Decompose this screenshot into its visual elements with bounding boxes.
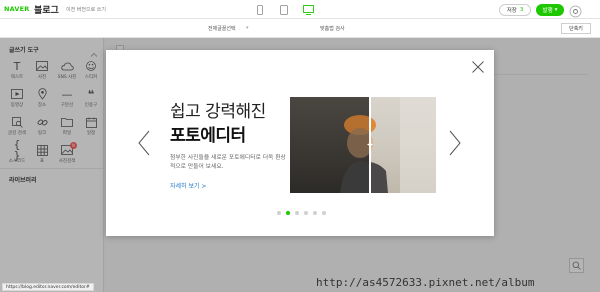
- blog-editor-app: NAVER 블로그 이전 버전으로 쓰기 저장 3 발행 ▾ 전체글꼴선택 ▾ …: [0, 0, 600, 292]
- close-icon[interactable]: [471, 59, 485, 73]
- slide-dot[interactable]: [277, 211, 281, 215]
- promo-headline: 쉽고 강력해진: [170, 102, 266, 122]
- slide-dot[interactable]: [322, 211, 326, 215]
- browser-status-bar: https://blog.editor.naver.com/editor#: [0, 272, 270, 292]
- publish-button[interactable]: 발행 ▾: [536, 4, 564, 16]
- photo-after-half: [370, 97, 436, 193]
- chevron-down-icon[interactable]: ▾: [246, 25, 249, 31]
- shortcut-button[interactable]: 단축키: [561, 23, 591, 34]
- slide-dot[interactable]: [286, 211, 290, 215]
- save-count: 3: [519, 7, 524, 13]
- pc-preview-icon[interactable]: [303, 4, 314, 15]
- before-after-photo: ◂▸: [290, 97, 436, 193]
- slide-pagination: [277, 211, 326, 215]
- format-toolbar: 전체글꼴선택 ▾ 맞춤법 검사 단축키: [0, 19, 600, 38]
- previous-slide-arrow-icon[interactable]: [137, 130, 151, 156]
- mobile-preview-icon[interactable]: [254, 4, 265, 15]
- next-slide-arrow-icon[interactable]: [448, 130, 462, 156]
- watermark: http://as4572633.pixnet.net/album: [316, 276, 535, 289]
- slide-dot[interactable]: [295, 211, 299, 215]
- promo-description: 첨부한 사진들을 새로운 포토에디터로 더욱 환상적으로 만들어 보세요.: [170, 155, 286, 170]
- save-button[interactable]: 저장 3: [499, 4, 531, 16]
- spell-check-button[interactable]: 맞춤법 검사: [320, 25, 345, 32]
- photo-editor-promo-modal: 쉽고 강력해진 포토에디터 첨부한 사진들을 새로운 포토에디터로 더욱 환상적…: [106, 50, 494, 236]
- photo-before-half: [290, 97, 370, 193]
- gear-icon[interactable]: [569, 3, 582, 18]
- top-bar: NAVER 블로그 이전 버전으로 쓰기 저장 3 발행 ▾: [0, 0, 600, 19]
- publish-label: 발행: [542, 8, 553, 14]
- slide-dot[interactable]: [304, 211, 308, 215]
- tablet-preview-icon[interactable]: [278, 4, 289, 15]
- blog-logo[interactable]: 블로그: [34, 3, 59, 16]
- learn-more-link[interactable]: 자세히 보기 >: [170, 181, 206, 190]
- status-url: https://blog.editor.naver.com/editor#: [2, 283, 94, 291]
- slide-dot[interactable]: [313, 211, 317, 215]
- save-label: 저장: [506, 8, 517, 14]
- chevron-down-icon: ▾: [554, 7, 558, 13]
- naver-logo[interactable]: NAVER: [4, 5, 30, 13]
- old-version-link[interactable]: 이전 버전으로 쓰기: [66, 6, 106, 13]
- promo-headline-bold: 포토에디터: [170, 126, 246, 146]
- compare-handle-icon[interactable]: ◂▸: [364, 141, 376, 149]
- font-select[interactable]: 전체글꼴선택: [208, 25, 236, 32]
